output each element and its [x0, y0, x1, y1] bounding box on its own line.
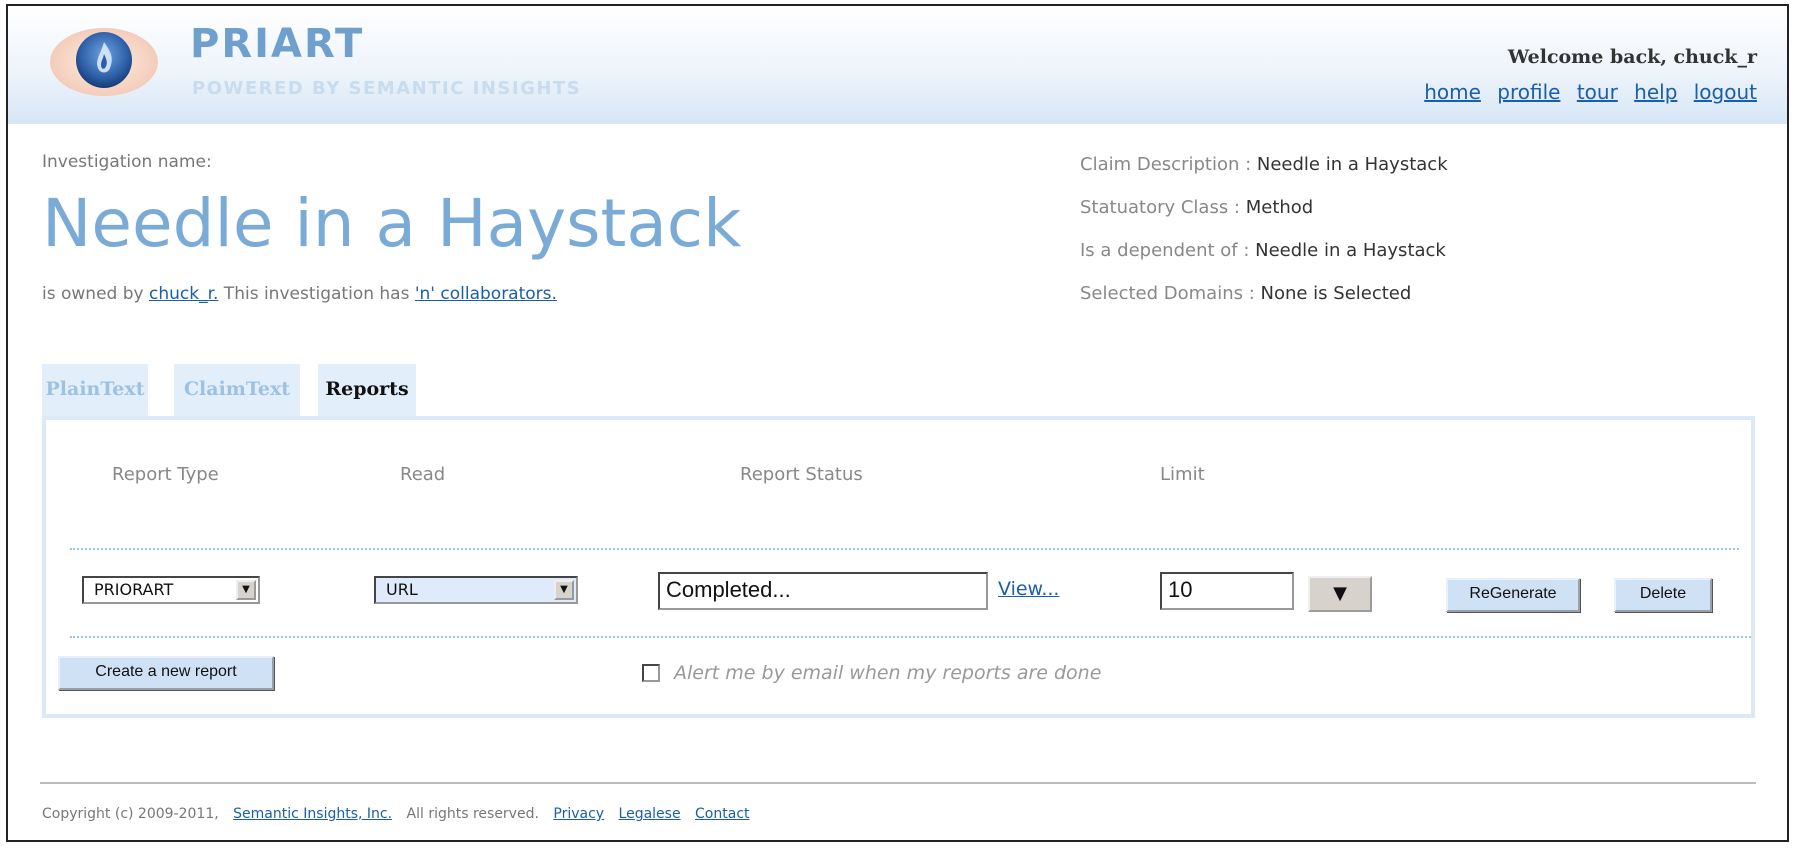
read-select[interactable]: URL ▼ — [374, 576, 578, 604]
col-read: Read — [400, 464, 446, 485]
statutory-class-value: Method — [1245, 197, 1314, 218]
tab-claimtext[interactable]: ClaimText — [174, 364, 300, 416]
report-type-value: PRIORART — [94, 580, 174, 599]
email-alert-checkbox[interactable] — [642, 664, 660, 682]
report-status-field[interactable]: Completed... — [658, 572, 988, 610]
header: PRIART POWERED BY SEMANTIC INSIGHTS Welc… — [8, 6, 1787, 124]
divider-bottom — [70, 636, 1751, 638]
limit-field[interactable]: 10 — [1160, 572, 1294, 610]
dependent-of-label: Is a dependent of : — [1080, 240, 1256, 261]
owner-line: is owned by chuck_r. This investigation … — [42, 284, 557, 304]
dependent-of-row: Is a dependent of : Needle in a Haystack — [1080, 240, 1448, 283]
read-value: URL — [386, 580, 418, 599]
report-type-select[interactable]: PRIORART ▼ — [82, 576, 260, 604]
selected-domains-label: Selected Domains : — [1080, 283, 1261, 304]
investigation-label: Investigation name: — [42, 152, 212, 172]
statutory-class-label: Statuatory Class : — [1080, 197, 1246, 218]
tab-plaintext[interactable]: PlainText — [42, 364, 148, 416]
privacy-link[interactable]: Privacy — [553, 806, 604, 822]
create-report-button[interactable]: Create a new report — [58, 656, 274, 690]
divider-top — [70, 548, 1739, 550]
legalese-link[interactable]: Legalese — [619, 806, 681, 822]
claim-description-value: Needle in a Haystack — [1256, 154, 1448, 175]
dependent-of-value: Needle in a Haystack — [1255, 240, 1446, 261]
company-link[interactable]: Semantic Insights, Inc. — [233, 806, 392, 822]
col-report-type: Report Type — [112, 464, 219, 485]
chevron-down-icon: ▼ — [554, 580, 574, 600]
rights-text: All rights reserved. — [406, 806, 539, 822]
view-report-link[interactable]: View... — [998, 578, 1059, 600]
chevron-down-icon: ▼ — [1333, 583, 1347, 604]
delete-button[interactable]: Delete — [1614, 578, 1712, 612]
top-nav: home profile tour help logout — [1414, 80, 1757, 104]
regenerate-button[interactable]: ReGenerate — [1446, 578, 1580, 612]
statutory-class-row: Statuatory Class : Method — [1080, 197, 1448, 240]
nav-tour-link[interactable]: tour — [1577, 80, 1618, 104]
claim-description-label: Claim Description : — [1080, 154, 1257, 175]
app-frame: PRIART POWERED BY SEMANTIC INSIGHTS Welc… — [6, 4, 1789, 842]
chevron-down-icon: ▼ — [236, 580, 256, 600]
owner-link[interactable]: chuck_r. — [149, 284, 218, 304]
owner-prefix: is owned by — [42, 284, 149, 304]
col-limit: Limit — [1160, 464, 1205, 485]
footer-divider — [40, 782, 1756, 784]
claim-info: Claim Description : Needle in a Haystack… — [1080, 154, 1448, 326]
welcome-message: Welcome back, chuck_r — [1507, 46, 1757, 68]
investigation-title: Needle in a Haystack — [42, 185, 742, 262]
footer: Copyright (c) 2009-2011, Semantic Insigh… — [42, 806, 750, 822]
limit-dropdown-button[interactable]: ▼ — [1308, 576, 1372, 612]
nav-profile-link[interactable]: profile — [1497, 80, 1560, 104]
selected-domains-value: None is Selected — [1260, 283, 1412, 304]
copyright-text: Copyright (c) 2009-2011, — [42, 806, 219, 822]
contact-link[interactable]: Contact — [695, 806, 749, 822]
eye-flame-logo-icon — [50, 28, 158, 96]
col-report-status: Report Status — [740, 464, 863, 485]
collaborators-link[interactable]: 'n' collaborators. — [415, 284, 557, 304]
claim-description-row: Claim Description : Needle in a Haystack — [1080, 154, 1448, 197]
tab-reports[interactable]: Reports — [318, 364, 416, 416]
reports-panel: Report Type Read Report Status Limit PRI… — [42, 416, 1755, 718]
brand-tagline: POWERED BY SEMANTIC INSIGHTS — [192, 78, 582, 99]
collab-prefix: This investigation has — [218, 284, 415, 304]
nav-logout-link[interactable]: logout — [1694, 80, 1757, 104]
selected-domains-row: Selected Domains : None is Selected — [1080, 283, 1448, 326]
nav-help-link[interactable]: help — [1634, 80, 1677, 104]
email-alert-label: Alert me by email when my reports are do… — [674, 662, 1102, 684]
nav-home-link[interactable]: home — [1424, 80, 1481, 104]
brand-name: PRIART — [190, 21, 365, 67]
